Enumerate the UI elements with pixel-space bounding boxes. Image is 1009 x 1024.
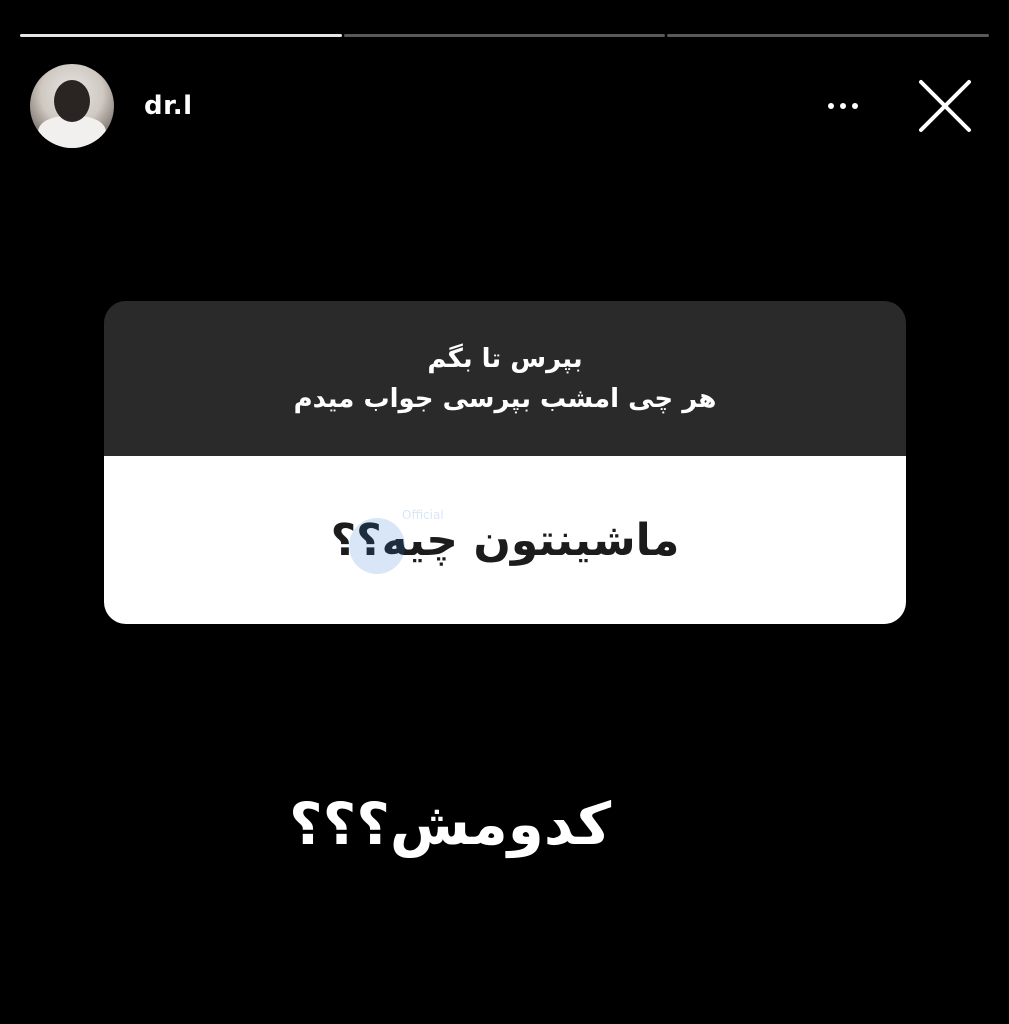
more-horizontal-icon — [828, 103, 834, 109]
watermark-text: Official — [402, 508, 444, 522]
more-horizontal-icon — [840, 103, 846, 109]
avatar-face-blurred — [54, 80, 90, 122]
question-sticker-header: بپرس تا بگم هر چی امشب بپرسی جواب میدم — [104, 301, 906, 456]
progress-segment-2 — [343, 34, 666, 37]
more-horizontal-icon — [852, 103, 858, 109]
prompt-line-2: هر چی امشب بپرسی جواب میدم — [293, 383, 717, 414]
question-sticker-body: Official ماشینتون چیه؟؟ — [104, 456, 906, 624]
close-icon — [919, 80, 971, 132]
username[interactable]: dr.l — [144, 91, 193, 121]
question-sticker[interactable]: بپرس تا بگم هر چی امشب بپرسی جواب میدم O… — [104, 301, 906, 624]
story-header: dr.l — [30, 64, 987, 148]
answer-text: کدومش؟؟؟ — [288, 790, 612, 858]
progress-segment-3 — [667, 34, 990, 37]
progress-segment-1 — [20, 34, 342, 37]
more-options-button[interactable] — [821, 84, 865, 128]
story-progress-bar — [20, 34, 990, 38]
watermark: Official — [342, 504, 444, 584]
prompt-line-1: بپرس تا بگم — [427, 343, 583, 374]
avatar[interactable] — [30, 64, 114, 148]
close-button[interactable] — [903, 64, 987, 148]
